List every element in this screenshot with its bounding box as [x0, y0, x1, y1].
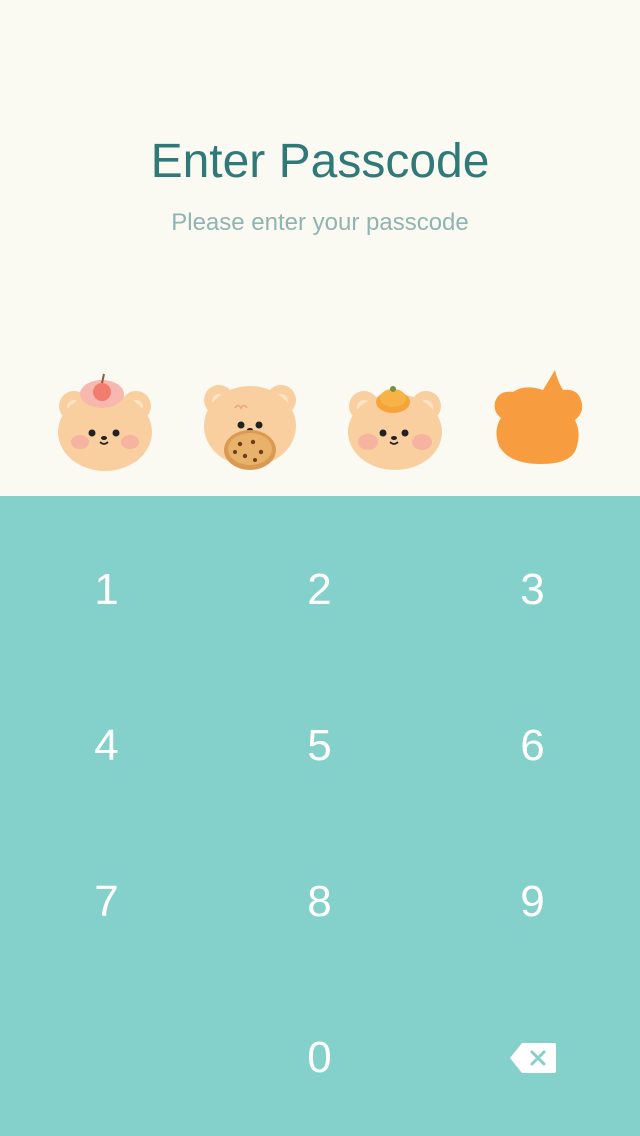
bear-peach-icon	[50, 370, 160, 480]
key-9[interactable]: 9	[426, 824, 639, 980]
key-empty	[0, 980, 213, 1136]
page-title: Enter Passcode	[150, 135, 490, 188]
key-0[interactable]: 0	[213, 980, 426, 1136]
key-5[interactable]: 5	[213, 668, 426, 824]
key-3[interactable]: 3	[426, 512, 639, 668]
key-4[interactable]: 4	[0, 668, 213, 824]
bear-cookie-icon	[195, 370, 305, 480]
bear-orange-icon	[340, 370, 450, 480]
key-6[interactable]: 6	[426, 668, 639, 824]
key-2[interactable]: 2	[213, 512, 426, 668]
key-8[interactable]: 8	[213, 824, 426, 980]
passcode-header-area: Enter Passcode Please enter your passcod…	[0, 0, 640, 496]
backspace-icon	[508, 1041, 558, 1075]
key-7[interactable]: 7	[0, 824, 213, 980]
page-subtitle: Please enter your passcode	[171, 209, 469, 236]
numeric-keypad: 1 2 3 4 5 6 7 8 9 0	[0, 496, 640, 1136]
key-1[interactable]: 1	[0, 512, 213, 668]
delete-button[interactable]	[426, 980, 639, 1136]
orange-blob-icon	[485, 360, 595, 470]
